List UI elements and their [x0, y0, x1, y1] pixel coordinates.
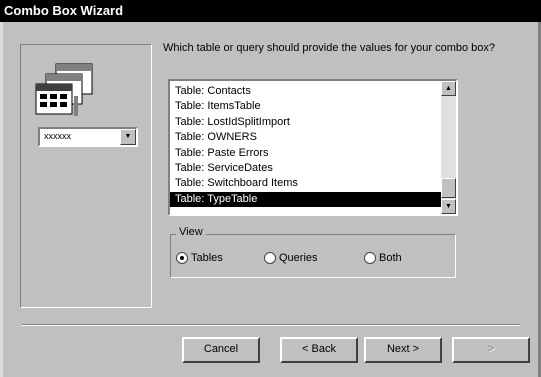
finish-button[interactable]: > [452, 337, 530, 363]
next-button[interactable]: Next > [364, 337, 442, 363]
radio-label: Tables [191, 252, 223, 265]
title-bar: Combo Box Wizard [0, 0, 541, 22]
separator [22, 324, 520, 326]
table-stack-icon [35, 63, 93, 116]
radio-both[interactable]: Both [364, 251, 402, 265]
preview-combo-value: xxxxxx [44, 131, 71, 141]
radio-queries[interactable]: Queries [264, 251, 318, 265]
window-title: Combo Box Wizard [4, 3, 124, 18]
radio-label: Queries [279, 252, 318, 265]
list-scrollbar[interactable]: ▲ ▼ [441, 81, 456, 214]
window-frame-left [0, 22, 3, 377]
arrow-up-icon: ▲ [445, 85, 452, 92]
list-item[interactable]: Table: Switchboard Items [170, 176, 441, 191]
list-item[interactable]: Table: Contacts [170, 84, 441, 99]
scroll-down-button[interactable]: ▼ [441, 199, 456, 214]
view-legend: View [176, 226, 206, 238]
list-item-selected[interactable]: Table: TypeTable [170, 191, 441, 208]
back-button[interactable]: < Back [280, 337, 358, 363]
radio-selected-icon [176, 252, 188, 265]
scroll-up-button[interactable]: ▲ [441, 81, 456, 96]
list-item[interactable]: Table: LostIdSplitImport [170, 115, 441, 130]
list-item[interactable]: Table: ItemsTable [170, 99, 441, 114]
prompt-text: Which table or query should provide the … [163, 42, 496, 54]
table-list[interactable]: Table: Contacts Table: ItemsTable Table:… [168, 79, 458, 216]
cancel-button[interactable]: Cancel [182, 337, 260, 363]
list-item[interactable]: Table: Paste Errors [170, 146, 441, 161]
radio-label: Both [379, 252, 402, 265]
scroll-thumb[interactable] [441, 178, 456, 198]
radio-icon [364, 252, 376, 265]
preview-combo-box: xxxxxx ▼ [38, 127, 138, 147]
list-item[interactable]: Table: OWNERS [170, 130, 441, 145]
radio-tables[interactable]: Tables [176, 251, 223, 265]
radio-icon [264, 252, 276, 265]
list-item[interactable]: Table: ServiceDates [170, 161, 441, 176]
chevron-down-icon: ▼ [120, 129, 136, 145]
arrow-down-icon: ▼ [445, 203, 452, 210]
